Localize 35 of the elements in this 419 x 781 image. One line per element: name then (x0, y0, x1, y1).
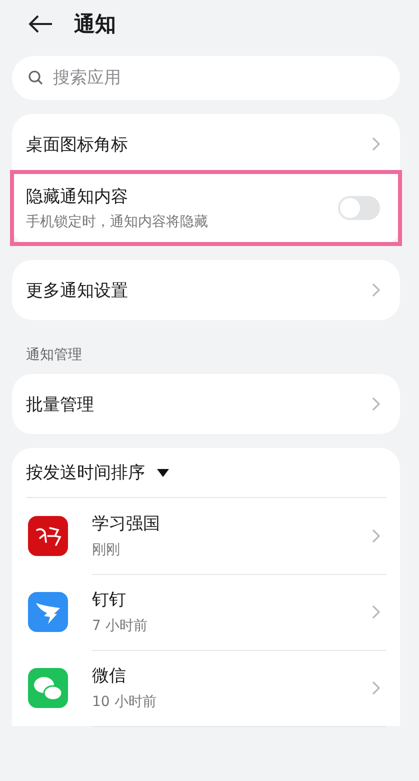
notification-time: 刚刚 (92, 541, 121, 559)
setting-label: 批量管理 (26, 394, 95, 416)
notification-time: 7 小时前 (92, 617, 148, 635)
sort-dropdown[interactable]: 按发送时间排序 (26, 448, 386, 498)
settings-row[interactable]: 隐藏通知内容 手机锁定时，通知内容将隐藏 (12, 172, 400, 244)
chevron-right-icon (372, 397, 380, 411)
setting-label: 更多通知设置 (26, 280, 129, 302)
settings-row[interactable]: 桌面图标角标 (12, 116, 400, 172)
section-heading: 通知管理 (25, 346, 83, 365)
dropdown-triangle-icon (157, 468, 169, 476)
chevron-right-icon (372, 137, 380, 151)
chevron-right-icon (372, 680, 380, 694)
wing-app-icon (28, 592, 68, 632)
setting-description: 手机锁定时，通知内容将隐藏 (26, 213, 209, 231)
chevron-right-icon (372, 604, 380, 618)
back-button[interactable] (28, 15, 54, 33)
chat-bubbles-icon (28, 668, 68, 708)
notification-time: 10 小时前 (92, 693, 158, 711)
app-row[interactable]: 微信 10 小时前 (26, 650, 386, 726)
toggle-switch[interactable] (338, 196, 380, 220)
app-row[interactable]: 学习强国 刚刚 (26, 498, 386, 574)
setting-label: 隐藏通知内容 (26, 186, 129, 208)
search-field[interactable]: 搜索应用 (12, 56, 400, 100)
chevron-right-icon (372, 283, 380, 297)
settings-row[interactable]: 批量管理 (12, 376, 400, 432)
app-row[interactable]: 钉钉 7 小时前 (26, 574, 386, 650)
app-name: 微信 (92, 665, 127, 687)
calligraphy-app-icon (28, 516, 68, 556)
app-name: 钉钉 (92, 589, 127, 611)
search-icon (28, 70, 43, 85)
app-name: 学习强国 (92, 513, 161, 535)
page-title: 通知 (74, 11, 116, 38)
setting-label: 桌面图标角标 (26, 134, 129, 156)
chevron-right-icon (372, 528, 380, 542)
settings-row[interactable]: 更多通知设置 (12, 262, 400, 318)
